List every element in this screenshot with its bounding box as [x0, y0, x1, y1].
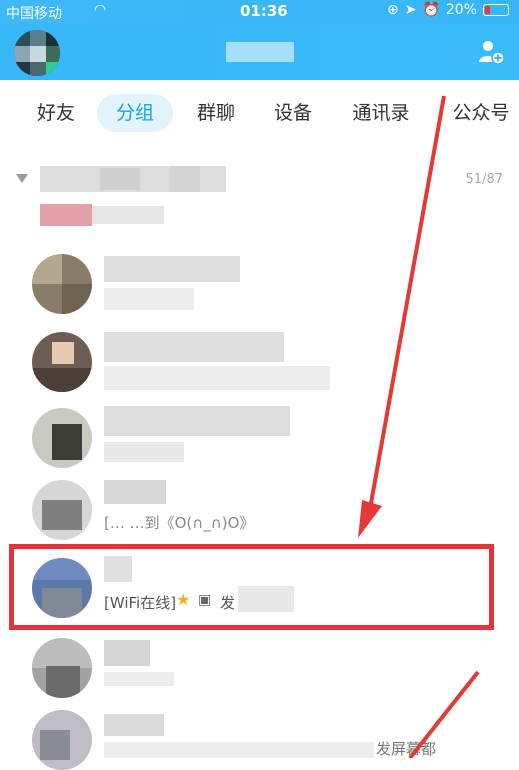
location-icon: ➤ [404, 2, 417, 18]
list-item[interactable] [0, 326, 519, 402]
list-item[interactable]: [… …到《O(∩_∩)O》 [0, 474, 519, 550]
tab-bar: 好友 分组 群聊 设备 通讯录 公众号 [0, 92, 519, 138]
app-header [0, 24, 519, 80]
message-snippet: 发屏幕都 [376, 740, 437, 758]
message-snippet: [… …到《O(∩_∩)O》 [104, 514, 255, 532]
add-contact-icon[interactable] [477, 38, 505, 66]
avatar [32, 254, 92, 314]
avatar [32, 710, 92, 770]
clock: 01:36 [240, 2, 288, 20]
list-item[interactable] [0, 248, 519, 324]
tab-friends[interactable]: 好友 [20, 94, 92, 132]
status-bar: 中国移动 ◠ 01:36 ⊕ ➤ ⏰ 20% [0, 0, 519, 24]
tab-groups[interactable]: 分组 [97, 94, 173, 132]
list-item[interactable]: 发屏幕都 [0, 706, 519, 770]
tab-devices[interactable]: 设备 [257, 94, 329, 132]
avatar [32, 480, 92, 540]
collapse-arrow-icon [16, 174, 28, 183]
avatar [32, 408, 92, 468]
tab-group-chats[interactable]: 群聊 [180, 94, 252, 132]
highlight-annotation [9, 544, 494, 630]
alarm-icon: ⏰ [422, 2, 440, 18]
profile-avatar[interactable] [14, 30, 60, 76]
battery-percent: 20% [445, 2, 477, 18]
avatar [32, 638, 92, 698]
tab-public-accounts[interactable]: 公众号 [440, 94, 519, 132]
group-online-count: 51/87 [465, 172, 503, 187]
avatar [32, 332, 92, 392]
wifi-icon: ◠ [94, 2, 107, 18]
list-item[interactable] [0, 404, 519, 480]
list-item[interactable] [0, 634, 519, 710]
group-header[interactable]: 51/87 [0, 166, 519, 194]
header-title-blurred [226, 42, 294, 62]
tab-contacts[interactable]: 通讯录 [340, 94, 422, 132]
group-name-blurred [40, 166, 226, 192]
battery-icon [483, 4, 509, 16]
carrier-label: 中国移动 [6, 6, 62, 22]
list-item[interactable] [0, 196, 519, 236]
status-right: ⊕ ➤ ⏰ 20% [387, 2, 509, 18]
rotation-lock-icon: ⊕ [386, 2, 399, 18]
